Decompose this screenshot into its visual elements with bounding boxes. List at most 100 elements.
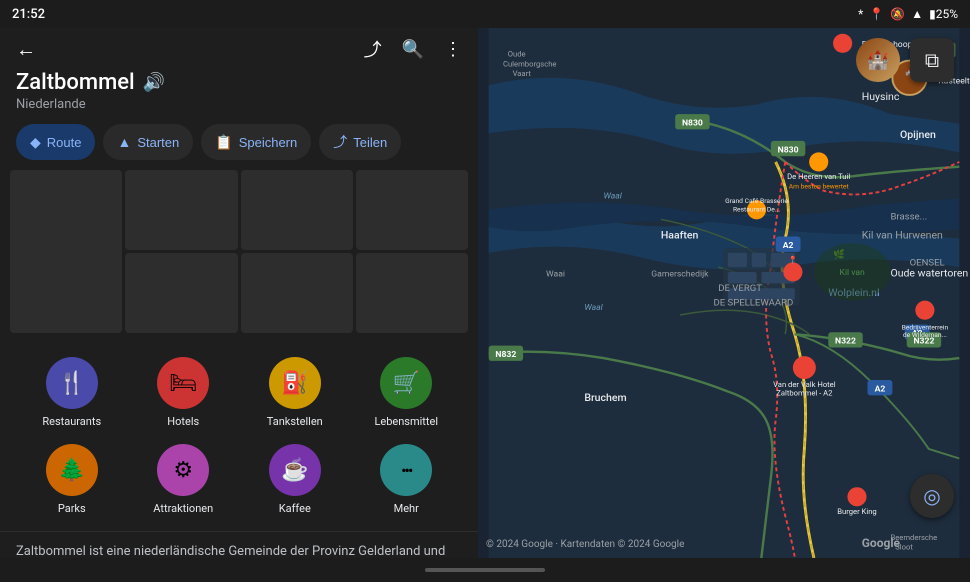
more-button[interactable]: ⋮ [444, 39, 462, 60]
attraktionen-icon: ⚙ [157, 444, 209, 496]
layers-icon: ⧉ [925, 48, 939, 72]
speichern-button[interactable]: 📋 Speichern [201, 124, 311, 160]
photo-cell-6[interactable] [356, 253, 468, 333]
status-icons: * 📍 🔕 ▲ ▮25% [858, 7, 958, 21]
category-mehr[interactable]: ••• Mehr [351, 436, 463, 523]
tankstellen-icon: ⛽ [269, 357, 321, 409]
teilen-icon: ⤴ [333, 132, 347, 152]
panel-header: ← ⤴ 🔍 ⋮ [0, 28, 478, 66]
category-lebensmittel[interactable]: 🛒 Lebensmittel [351, 349, 463, 436]
location-icon: ◎ [923, 484, 940, 508]
category-restaurants[interactable]: 🍴 Restaurants [16, 349, 128, 436]
category-tankstellen[interactable]: ⛽ Tankstellen [239, 349, 351, 436]
map-copyright: © 2024 Google · Kartendaten © 2024 Googl… [478, 539, 684, 550]
svg-text:Waal: Waal [584, 303, 603, 313]
svg-text:Vaart: Vaart [513, 69, 532, 78]
mehr-label: Mehr [394, 502, 419, 515]
mehr-icon: ••• [380, 444, 432, 496]
svg-text:Haaften: Haaften [661, 228, 699, 241]
svg-text:A2: A2 [875, 385, 886, 395]
hotels-label: Hotels [167, 415, 199, 428]
photo-cell-4[interactable] [125, 253, 237, 333]
attraktionen-label: Attraktionen [153, 502, 213, 515]
category-grid: 🍴 Restaurants 🛏 Hotels ⛽ Tankstellen 🛒 L… [0, 341, 478, 531]
hotels-icon: 🛏 [157, 357, 209, 409]
category-attraktionen[interactable]: ⚙ Attraktionen [128, 436, 240, 523]
status-bar: 21:52 * 📍 🔕 ▲ ▮25% [0, 0, 970, 28]
svg-text:De Heeren van Tuil: De Heeren van Tuil [787, 172, 850, 181]
lebensmittel-icon: 🛒 [380, 357, 432, 409]
map-location-button[interactable]: ◎ [910, 474, 954, 518]
title-section: Zaltbommel 🔊 Niederlande [0, 66, 478, 120]
map-panel[interactable]: N830 N830 A2 A2 A2 N322 N322 N832 Haafte… [478, 28, 970, 558]
header-actions: ⤴ 🔍 ⋮ [364, 36, 462, 62]
svg-text:Zaltbommel - A2: Zaltbommel - A2 [776, 388, 833, 397]
svg-text:DE VERGT: DE VERGT [718, 283, 762, 294]
place-subtitle: Niederlande [16, 97, 462, 112]
bluetooth-icon: * [858, 7, 863, 21]
svg-text:Huysinc: Huysinc [862, 90, 900, 103]
photo-cell-large[interactable] [10, 170, 122, 333]
photo-cell-5[interactable] [241, 253, 353, 333]
search-button[interactable]: 🔍 [402, 39, 424, 60]
svg-text:N830: N830 [778, 145, 799, 155]
parks-icon: 🌲 [46, 444, 98, 496]
svg-text:Restaurant De...: Restaurant De... [733, 206, 780, 214]
map-avatar-button[interactable]: 🏰 [856, 38, 900, 82]
starten-button[interactable]: ▲ Starten [103, 124, 193, 160]
photo-cell-2[interactable] [241, 170, 353, 250]
battery-icon: ▮25% [929, 7, 958, 21]
svg-text:Grand Café Brasserie: Grand Café Brasserie [725, 197, 788, 205]
map-logo: Google [862, 536, 900, 550]
sound-icon[interactable]: 🔊 [143, 72, 165, 93]
map-layers-button[interactable]: ⧉ [910, 38, 954, 82]
bell-icon: 🔕 [890, 7, 905, 21]
svg-text:Kil van Hurwenen: Kil van Hurwenen [862, 228, 943, 241]
svg-text:Gamerschedijk: Gamerschedijk [651, 270, 709, 280]
photo-cell-3[interactable] [356, 170, 468, 250]
route-label: Route [47, 135, 82, 150]
category-parks[interactable]: 🌲 Parks [16, 436, 128, 523]
route-icon: ◆ [30, 134, 41, 151]
svg-text:Bruchem: Bruchem [584, 391, 626, 404]
svg-text:N832: N832 [495, 350, 516, 360]
home-indicator [425, 568, 545, 572]
photo-cell-1[interactable] [125, 170, 237, 250]
svg-text:A2: A2 [783, 241, 794, 251]
category-kaffee[interactable]: ☕ Kaffee [239, 436, 351, 523]
svg-text:N322: N322 [835, 337, 856, 347]
description: Zaltbommel ist eine niederländische Geme… [0, 531, 478, 558]
restaurants-icon: 🍴 [46, 357, 98, 409]
svg-text:Brasse...: Brasse... [890, 211, 927, 222]
svg-text:Van der Valk Hotel: Van der Valk Hotel [773, 380, 836, 389]
svg-text:de Wildeman...: de Wildeman... [903, 331, 947, 339]
map-canvas: N830 N830 A2 A2 A2 N322 N322 N832 Haafte… [478, 28, 970, 558]
back-button[interactable]: ← [16, 37, 36, 62]
svg-text:Am besten bewertet: Am besten bewertet [789, 183, 849, 191]
category-hotels[interactable]: 🛏 Hotels [128, 349, 240, 436]
svg-text:Culemborgsche: Culemborgsche [503, 59, 556, 68]
speichern-icon: 📋 [215, 134, 232, 151]
share-button[interactable]: ⤴ [364, 36, 382, 62]
tankstellen-label: Tankstellen [267, 415, 323, 428]
svg-text:N830: N830 [682, 119, 703, 129]
kaffee-label: Kaffee [279, 502, 311, 515]
bottom-bar [0, 558, 970, 582]
teilen-button[interactable]: ⤴ Teilen [319, 124, 401, 160]
teilen-label: Teilen [353, 135, 387, 150]
svg-text:DE SPELLEWAARD: DE SPELLEWAARD [713, 297, 793, 308]
photo-grid [0, 170, 478, 333]
left-panel: ← ⤴ 🔍 ⋮ Zaltbommel 🔊 Niederlande ◆ Route… [0, 28, 478, 558]
parks-label: Parks [58, 502, 86, 515]
wifi-icon: ▲ [911, 7, 923, 21]
place-title: Zaltbommel 🔊 [16, 70, 462, 95]
action-buttons: ◆ Route ▲ Starten 📋 Speichern ⤴ Teilen [0, 120, 478, 170]
speichern-label: Speichern [239, 135, 298, 150]
svg-text:Waai: Waai [546, 270, 565, 280]
svg-text:OENSEL: OENSEL [910, 257, 945, 268]
route-button[interactable]: ◆ Route [16, 124, 95, 160]
description-text: Zaltbommel ist eine niederländische Geme… [16, 544, 445, 558]
main-layout: ← ⤴ 🔍 ⋮ Zaltbommel 🔊 Niederlande ◆ Route… [0, 28, 970, 558]
svg-text:📍: 📍 [788, 255, 798, 264]
svg-text:Waal: Waal [603, 191, 622, 201]
